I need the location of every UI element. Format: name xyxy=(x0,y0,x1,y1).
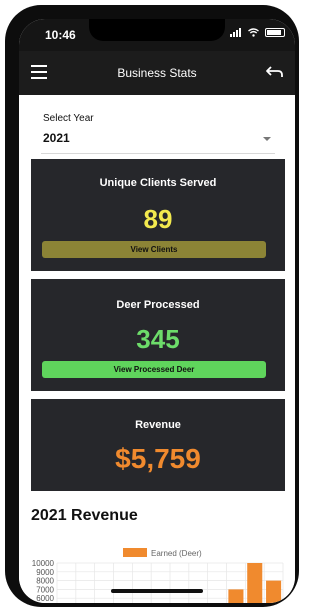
notch xyxy=(89,19,225,41)
clients-card: Unique Clients Served 89 View Clients xyxy=(31,159,285,271)
phone-frame: 10:46 Business Stats Select Year 2021 Un… xyxy=(5,5,299,607)
revenue-bar xyxy=(247,563,263,603)
status-time: 10:46 xyxy=(45,28,76,42)
home-indicator xyxy=(111,589,203,593)
y-tick-label: 6000 xyxy=(36,594,54,603)
clients-count: 89 xyxy=(143,204,173,234)
year-select[interactable]: 2021 xyxy=(41,129,275,154)
revenue-amount: $5,759 xyxy=(115,443,201,474)
y-tick-label: 9000 xyxy=(36,568,54,577)
back-arrow-icon[interactable] xyxy=(265,63,285,81)
signal-icon xyxy=(230,28,242,37)
legend-label: Earned (Deer) xyxy=(151,549,202,558)
wifi-icon xyxy=(248,28,259,37)
chevron-down-icon xyxy=(263,137,271,141)
status-icons xyxy=(230,28,285,37)
main-content: Select Year 2021 Unique Clients Served 8… xyxy=(19,95,295,603)
revenue-card-title: Revenue xyxy=(135,419,181,431)
deer-card: Deer Processed 345 View Processed Deer xyxy=(31,279,285,391)
view-processed-deer-button[interactable]: View Processed Deer xyxy=(42,361,266,378)
deer-card-title: Deer Processed xyxy=(116,299,200,311)
app-bar: Business Stats xyxy=(19,51,295,95)
revenue-bar xyxy=(266,580,282,603)
clients-card-title: Unique Clients Served xyxy=(99,177,217,189)
screen: 10:46 Business Stats Select Year 2021 Un… xyxy=(19,19,295,603)
y-tick-label: 7000 xyxy=(36,585,54,594)
battery-icon xyxy=(265,28,285,37)
y-tick-label: 10000 xyxy=(32,559,55,568)
status-bar: 10:46 xyxy=(19,19,295,51)
y-tick-label: 8000 xyxy=(36,577,54,586)
revenue-bar xyxy=(228,589,244,603)
app-title: Business Stats xyxy=(117,66,197,80)
deer-count: 345 xyxy=(136,324,180,354)
revenue-card: Revenue $5,759 xyxy=(31,399,285,491)
legend-swatch xyxy=(123,548,147,557)
revenue-section-title: 2021 Revenue xyxy=(31,507,138,524)
year-label: Select Year xyxy=(43,113,94,124)
view-clients-button[interactable]: View Clients xyxy=(42,241,266,258)
year-value: 2021 xyxy=(43,131,70,145)
